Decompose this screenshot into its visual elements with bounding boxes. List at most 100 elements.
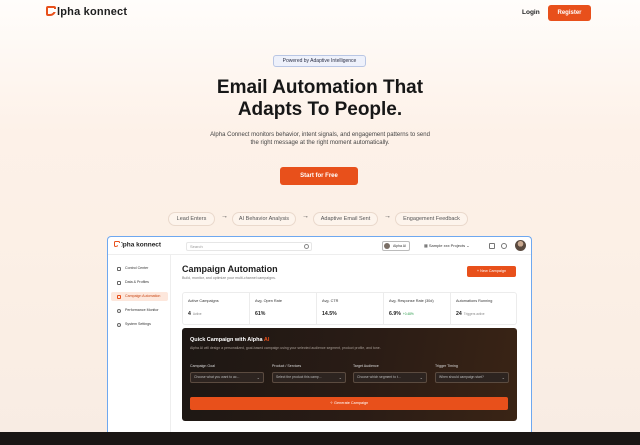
stat-value: 4: [188, 311, 191, 317]
alpha-ai-label: Alpha AI: [393, 244, 407, 248]
sidebar-item-performance-monitor[interactable]: Performance Monitor: [111, 306, 168, 315]
chevron-down-icon: ⌄: [501, 375, 505, 380]
stat-label: Avg. Open Rate: [255, 299, 282, 303]
campaign-goal-select[interactable]: Choose what you want to ac... ⌄: [190, 372, 264, 383]
field-label-product: Product / Services: [272, 364, 302, 368]
flow-step-feedback: Engagement Feedback: [395, 212, 468, 226]
ai-avatar: [384, 243, 390, 249]
select-placeholder: Choose what you want to ac...: [194, 375, 240, 379]
stat-active-campaigns: Active Campaigns 4 Active: [183, 293, 250, 324]
product-select[interactable]: Select the product this camp... ⌄: [272, 372, 346, 383]
search-icon: [304, 244, 309, 249]
hero-title-line1: Email Automation That: [216, 77, 424, 98]
stat-note: Triggers active: [463, 312, 485, 316]
start-free-button[interactable]: Start for Free: [280, 167, 358, 185]
register-button[interactable]: Register: [548, 5, 591, 21]
sidebar-item-data-profiles[interactable]: Data & Profiles: [111, 278, 168, 287]
search-placeholder: Search: [190, 244, 203, 249]
top-nav: lpha konnect Login Register: [0, 0, 640, 26]
quick-title-text: Quick Campaign with Alpha: [190, 337, 264, 343]
sidebar-item-control-center[interactable]: Control Center: [111, 264, 168, 273]
project-selector[interactable]: ▦ Sample xxx Projects ⌄: [424, 243, 470, 248]
app-preview: lpha konnect Search Alpha AI ▦ Sample xx…: [107, 236, 532, 445]
stat-value-wrap: 24 Triggers active: [456, 311, 485, 317]
sidebar-item-label: Campaign Automation: [125, 294, 161, 298]
stat-label: Avg. CTR: [322, 299, 339, 303]
stat-open-rate: Avg. Open Rate 61%: [250, 293, 317, 324]
hero-badge: Powered by Adaptive Intelligence: [273, 55, 366, 67]
select-placeholder: Choose which segment to t...: [357, 375, 401, 379]
chevron-down-icon: ⌄: [256, 375, 260, 380]
gear-icon: [117, 322, 121, 327]
sidebar-item-label: Performance Monitor: [125, 308, 159, 312]
hero-subtitle: Alpha Connect monitors behavior, intent …: [0, 131, 640, 147]
hero-title: Email Automation That Adapts To People.: [0, 77, 640, 121]
hero-title-line2: Adapts To People.: [237, 99, 403, 120]
bell-icon[interactable]: [489, 243, 495, 249]
stat-value: 61%: [255, 311, 266, 317]
stat-label: Automations Running: [456, 299, 493, 303]
chevron-down-icon: ⌄: [338, 375, 342, 380]
new-campaign-button[interactable]: + New Campaign: [467, 266, 516, 277]
logo-mark-icon: [46, 6, 57, 16]
app-sidebar: Control Center Data & Profiles Campaign …: [108, 255, 171, 445]
monitor-icon: [117, 308, 121, 313]
stat-value: 24: [456, 311, 462, 317]
quick-campaign-panel: Quick Campaign with Alpha AI Alpha AI wi…: [182, 328, 517, 421]
app-brand-name: lpha konnect: [121, 241, 162, 249]
stat-value: 6.9%: [389, 311, 401, 317]
flow-step-email-sent: Adaptive Email Sent: [313, 212, 378, 226]
flow-step-lead-enters: Lead Enters: [168, 212, 215, 226]
hero-subtitle-line2: the right message at the right moment au…: [250, 140, 390, 146]
brand-logo[interactable]: lpha konnect: [46, 6, 127, 18]
sidebar-item-label: Control Center: [125, 266, 149, 270]
database-icon: [117, 280, 121, 285]
flow-step-ai-analysis: AI Behavior Analysis: [232, 212, 296, 226]
field-label-timing: Trigger Timing: [435, 364, 458, 368]
grid-icon: [117, 266, 121, 271]
stat-value-wrap: 6.9% +0.48%: [389, 311, 414, 317]
generate-label: Generate Campaign: [334, 401, 369, 405]
project-name: Sample xxx Projects: [428, 243, 466, 248]
timing-select[interactable]: When should campaign start? ⌄: [435, 372, 509, 383]
quick-campaign-title: Quick Campaign with Alpha AI: [190, 337, 269, 343]
stat-label: Avg. Response Rate (30d): [389, 299, 434, 303]
help-icon[interactable]: [501, 243, 507, 249]
user-avatar[interactable]: [515, 240, 526, 251]
logo-mark-icon: [114, 241, 122, 247]
mail-icon: [117, 294, 121, 299]
page-bottom-band: [0, 432, 640, 445]
login-link[interactable]: Login: [522, 9, 540, 16]
stat-response-rate: Avg. Response Rate (30d) 6.9% +0.48%: [384, 293, 451, 324]
stat-label: Active Campaigns: [188, 299, 219, 303]
quick-title-highlight: AI: [263, 337, 270, 343]
hero-subtitle-line1: Alpha Connect monitors behavior, intent …: [210, 132, 430, 138]
generate-campaign-button[interactable]: ✧ Generate Campaign: [190, 397, 508, 410]
field-label-audience: Target Audience: [353, 364, 379, 368]
stat-value: 14.5%: [322, 311, 337, 317]
select-placeholder: Select the product this camp...: [276, 375, 322, 379]
quick-campaign-subtitle: Alpha AI will design a personalized, goa…: [190, 346, 381, 350]
select-placeholder: When should campaign start?: [439, 375, 484, 379]
app-logo[interactable]: lpha konnect: [114, 241, 161, 249]
stat-trend: +0.48%: [402, 312, 414, 316]
app-topbar: lpha konnect Search Alpha AI ▦ Sample xx…: [108, 237, 531, 255]
flow-arrow-icon: →: [302, 213, 309, 220]
stat-note: Active: [192, 312, 202, 316]
stat-ctr: Avg. CTR 14.5%: [317, 293, 384, 324]
sidebar-item-campaign-automation[interactable]: Campaign Automation: [111, 292, 168, 301]
brand-name: lpha konnect: [57, 6, 128, 18]
audience-select[interactable]: Choose which segment to t... ⌄: [353, 372, 427, 383]
sidebar-item-label: System Settings: [125, 322, 151, 326]
stat-value-wrap: 4 Active: [188, 311, 202, 317]
app-search-input[interactable]: Search: [186, 242, 312, 251]
sidebar-item-system-settings[interactable]: System Settings: [111, 320, 168, 329]
page-title: Campaign Automation: [182, 264, 278, 274]
page-subtitle: Build, monitor, and optimize your multi-…: [182, 276, 276, 280]
sidebar-item-label: Data & Profiles: [125, 280, 149, 284]
flow-arrow-icon: →: [384, 213, 391, 220]
stats-row: Active Campaigns 4 Active Avg. Open Rate …: [182, 292, 517, 325]
field-label-goal: Campaign Goal: [190, 364, 215, 368]
chevron-down-icon: ⌄: [419, 375, 423, 380]
stat-automations: Automations Running 24 Triggers active: [451, 293, 517, 324]
